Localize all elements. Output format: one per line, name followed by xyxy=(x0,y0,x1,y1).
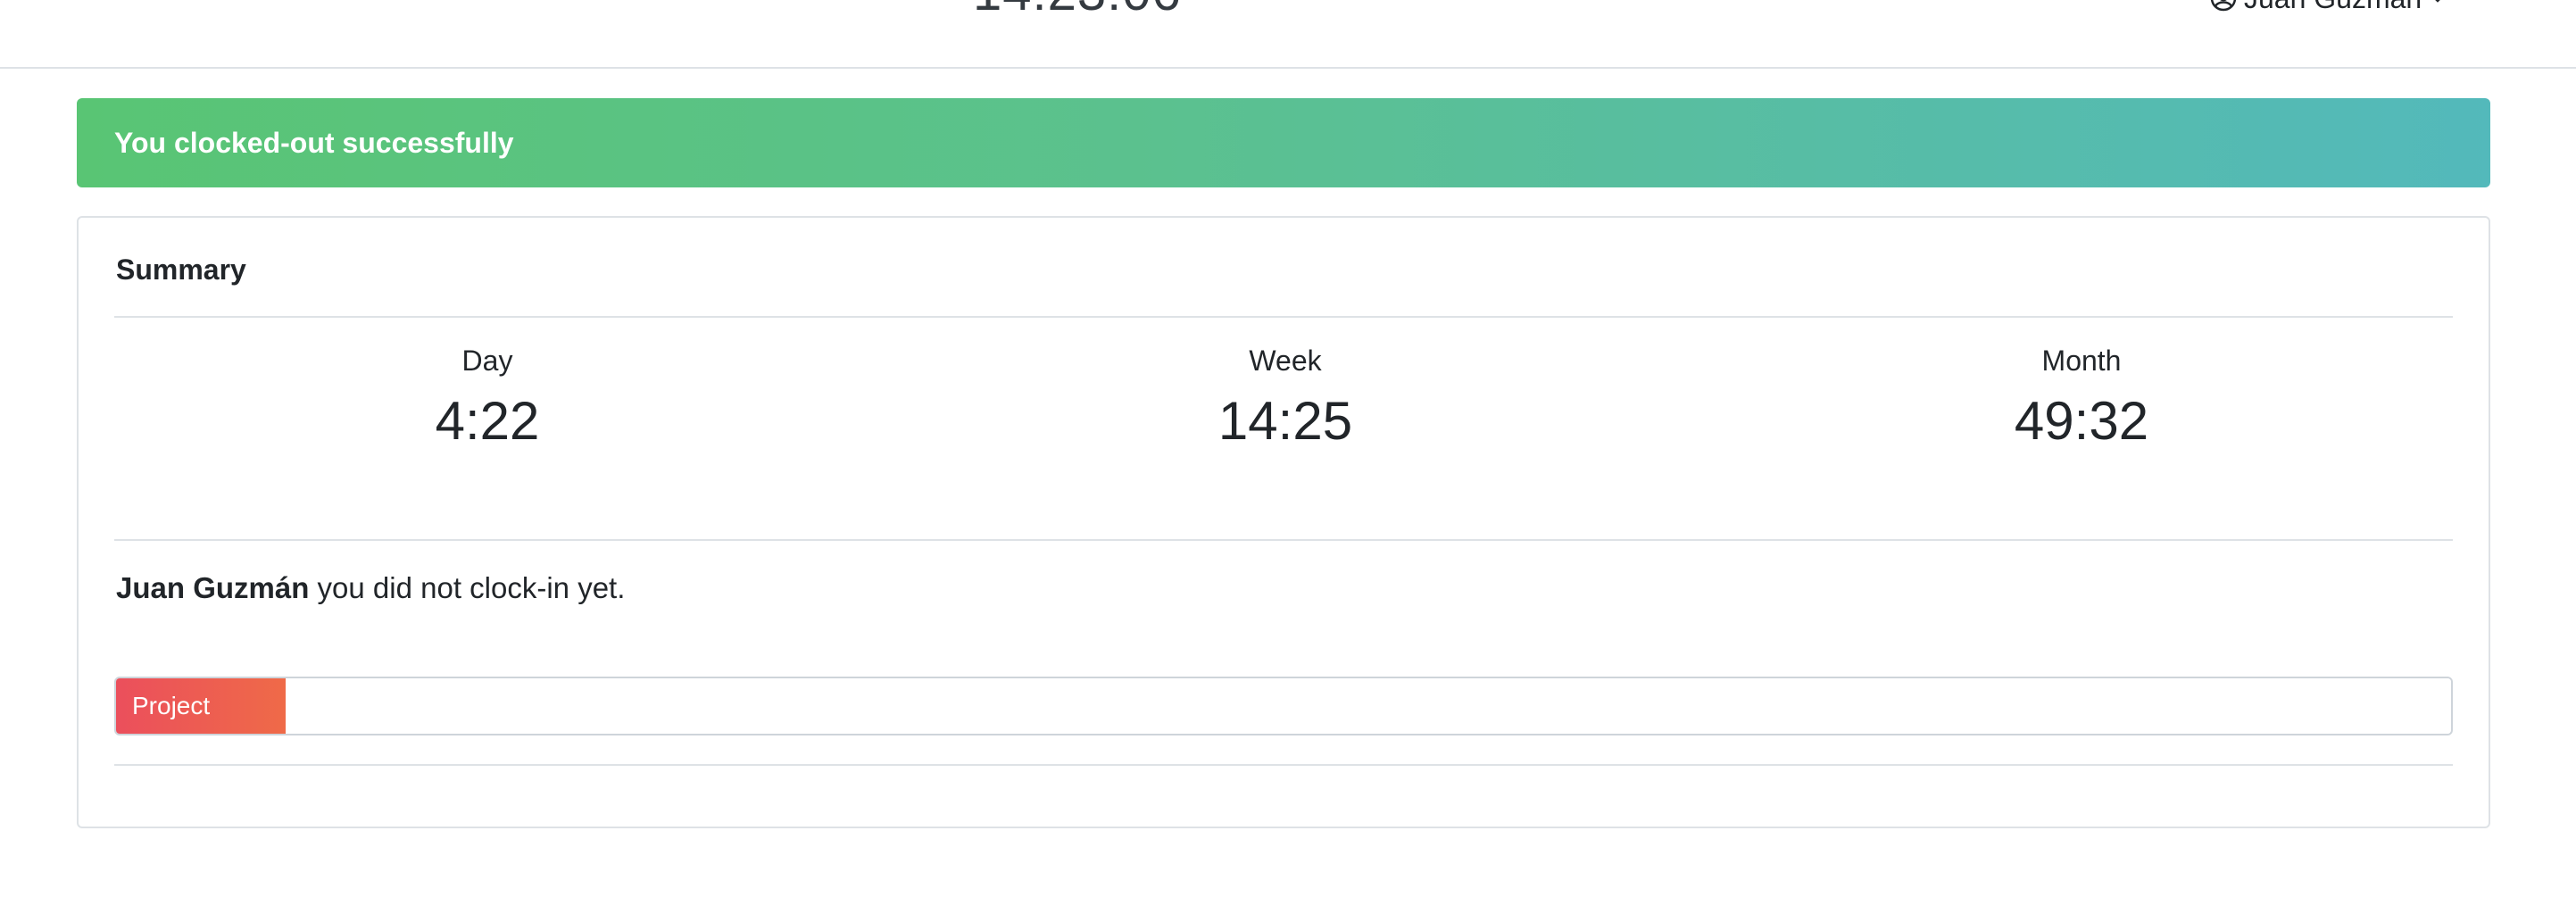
stat-week: Week 14:25 xyxy=(1018,343,1553,453)
stat-value: 49:32 xyxy=(2014,391,2149,451)
top-navbar: 14:23:06 Juan Guzmán xyxy=(0,0,2576,69)
current-time: 14:23:06 xyxy=(973,0,1182,20)
divider xyxy=(114,764,2453,766)
card-title: Summary xyxy=(116,253,246,286)
divider xyxy=(114,316,2453,318)
project-input[interactable] xyxy=(286,678,2451,734)
status-user-name: Juan Guzmán xyxy=(116,571,310,604)
stat-label: Day xyxy=(461,345,513,377)
stat-label: Week xyxy=(1249,345,1322,377)
alert-message: You clocked-out successfully xyxy=(114,126,514,159)
project-label: Project xyxy=(116,678,286,734)
user-name: Juan Guzmán xyxy=(2244,0,2422,15)
stat-label: Month xyxy=(2041,345,2122,377)
stat-value: 4:22 xyxy=(435,391,540,451)
success-alert: You clocked-out successfully xyxy=(77,98,2490,187)
stat-value: 14:25 xyxy=(1217,391,1353,451)
user-menu-dropdown[interactable]: Juan Guzmán xyxy=(2210,0,2447,16)
project-input-group: Project xyxy=(114,677,2453,735)
stat-day: Day 4:22 xyxy=(220,343,755,453)
user-circle-icon xyxy=(2210,0,2237,12)
divider xyxy=(114,539,2453,541)
status-text: you did not clock-in yet. xyxy=(309,571,626,604)
stat-month: Month 49:32 xyxy=(1814,343,2349,453)
clock-in-status: Juan Guzmán you did not clock-in yet. xyxy=(116,571,625,605)
summary-card: Summary Day 4:22 Week 14:25 Month 49:32 … xyxy=(77,216,2490,828)
chevron-down-icon xyxy=(2429,0,2447,7)
